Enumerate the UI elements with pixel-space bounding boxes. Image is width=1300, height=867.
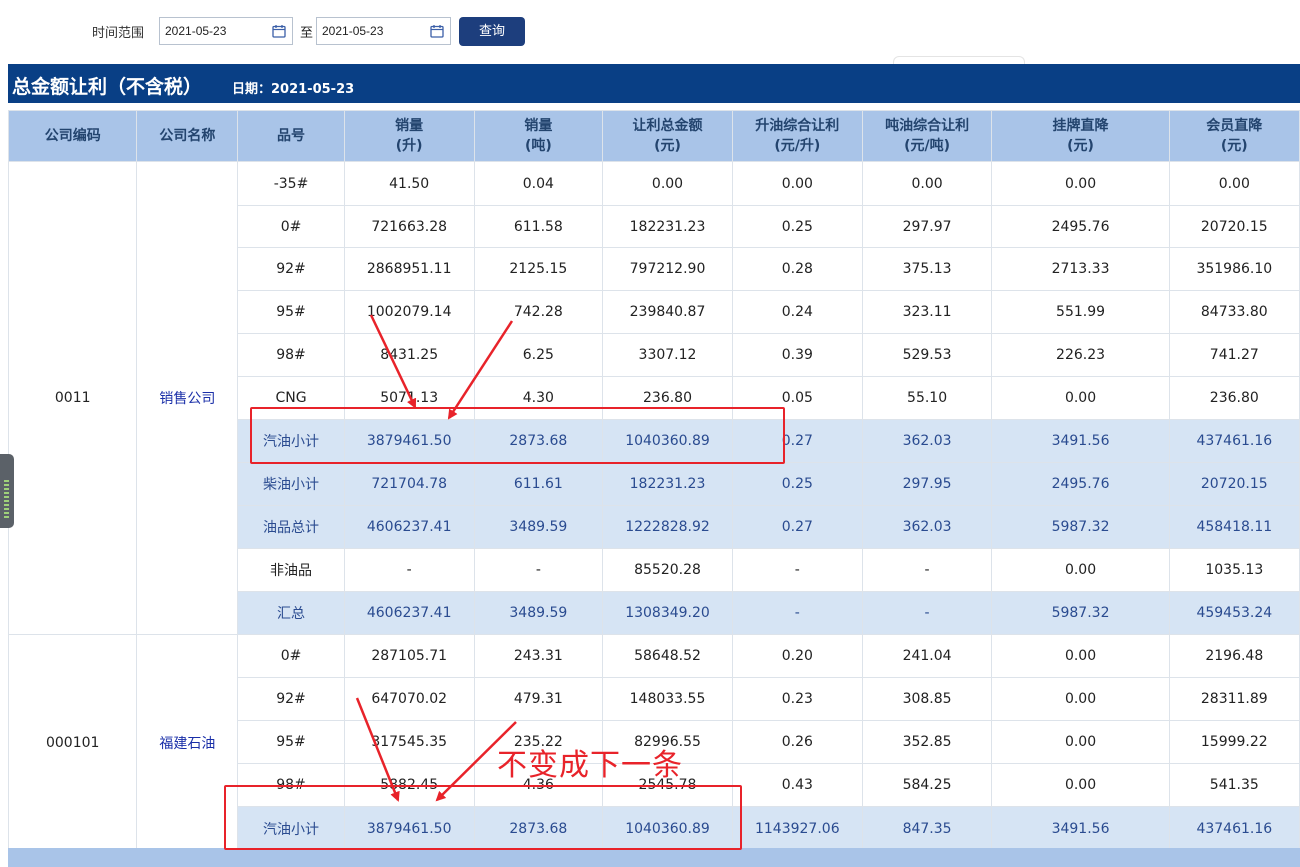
side-drawer-handle[interactable]: [0, 454, 14, 528]
arrow-3: [355, 697, 400, 802]
annotation-arrows: [355, 314, 517, 802]
arrow-2: [447, 320, 514, 420]
grip-icon: [4, 480, 9, 520]
arrow-1: [369, 314, 417, 409]
annotation-text: 不变成下一条: [497, 748, 683, 783]
